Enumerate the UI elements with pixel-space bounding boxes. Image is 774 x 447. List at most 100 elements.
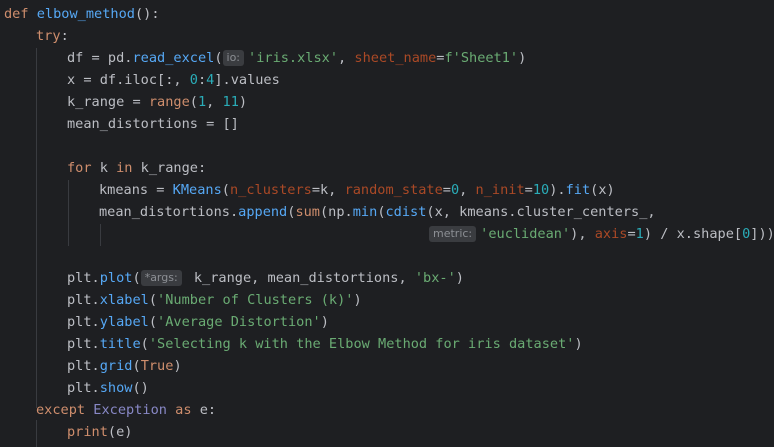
code-text: ) [574,336,583,352]
function-call: cdist [385,204,427,220]
code-text: ) [238,94,248,110]
code-text: (): [134,6,160,22]
code-line-6: mean_distortions = [] [67,113,239,135]
number-literal: 10 [532,182,550,198]
function-call: read_excel [132,50,215,66]
code-editor[interactable]: def elbow_method(): try: df = pd.read_ex… [0,0,774,447]
keyword-argument: n_clusters [229,182,312,198]
code-text: ].values [214,72,280,88]
code-text: df = pd. [67,50,133,66]
code-line-2: try: [36,25,69,47]
code-text: ) / x.shape[ [643,226,743,242]
builtin-call: sum [295,204,320,220]
code-text: (x, kmeans.cluster_centers_, [426,204,656,220]
code-text: plt. [67,292,100,308]
parameter-hint: io: [222,50,245,66]
code-text: ( [214,50,223,66]
code-line-19: except Exception as e: [36,399,216,421]
code-line-3: df = pd.read_excel(io:'iris.xlsx', sheet… [67,47,526,69]
code-text: (x) [590,182,615,198]
keyword-def: def [4,6,29,22]
number-literal: 0 [450,182,460,198]
keyword-try: try [36,28,61,44]
code-text: (e) [107,424,133,440]
number-literal: 1 [197,94,207,110]
keyword-argument: sheet_name [354,50,437,66]
code-text: x = df.iloc[:, [67,72,190,88]
keyword-as: as [175,402,192,418]
code-text: ( [221,182,230,198]
code-text: ). [549,182,566,198]
code-text: kmeans = [99,182,173,198]
code-text: = [524,182,533,198]
code-text: plt. [67,270,100,286]
indent-guide [36,48,37,408]
code-line-11: metric:'euclidean'), axis=1) / x.shape[0… [429,223,774,245]
function-call: plot [99,270,133,286]
string-literal: 'euclidean' [480,226,571,242]
string-literal: 'Selecting k with the Elbow Method for i… [148,336,575,352]
code-line-17: plt.grid(True) [67,355,182,377]
code-line-14: plt.xlabel('Number of Clusters (k)') [67,289,362,311]
keyword-argument: random_state [344,182,443,198]
function-call: show [99,380,133,396]
code-line-1: def elbow_method(): [4,3,160,25]
code-text: plt. [67,336,100,352]
number-literal: 11 [222,94,239,110]
code-text: plt. [67,380,100,396]
function-call: grid [99,358,133,374]
code-text: k_range: [132,160,207,176]
class-call: KMeans [172,182,222,198]
function-call: xlabel [99,292,149,308]
code-line-4: x = df.iloc[:, 0:4].values [67,69,280,91]
string-literal: f'Sheet1' [444,50,519,66]
keyword-true: True [140,358,174,374]
function-call: min [352,204,378,220]
code-text: ( [132,270,141,286]
string-literal: 'bx-' [414,270,456,286]
code-text: ) [518,50,527,66]
keyword-argument: axis [594,226,628,242]
code-text: = [627,226,636,242]
code-text: plt. [67,358,100,374]
code-text: = [442,182,451,198]
code-text: ) [455,270,464,286]
code-line-16: plt.title('Selecting k with the Elbow Me… [67,333,583,355]
function-call: ylabel [99,314,149,330]
indent-guide [68,180,69,246]
string-literal: 'Average Distortion' [157,314,321,330]
builtin-call: print [67,424,108,440]
keyword-argument: n_init [475,182,525,198]
number-literal: 1 [635,226,644,242]
code-text: (np. [320,204,353,220]
exception-class: Exception [93,402,167,418]
parameter-hint: metric: [429,226,477,242]
code-text: ( [377,204,386,220]
code-text: ( [140,336,149,352]
code-text: ( [148,314,158,330]
code-text: ) [353,292,362,308]
code-line-20: print(e) [67,421,132,443]
code-text: ( [148,292,158,308]
code-text: plt. [67,314,100,330]
code-text: mean_distortions = [] [67,116,239,132]
code-line-10: mean_distortions.append(sum(np.min(cdist… [99,201,656,223]
code-line-5: k_range = range(1, 11) [67,91,247,113]
builtin-call: range [148,94,190,110]
code-text: mean_distortions. [99,204,239,220]
code-line-13: plt.plot(*args: k_range, mean_distortion… [67,267,464,289]
code-text: ) [320,314,329,330]
indent-guide [100,224,101,246]
code-text: e: [191,402,217,418]
code-text: k [91,160,117,176]
number-literal: 0 [189,72,198,88]
code-text: ) [173,358,182,374]
code-text: ( [132,358,141,374]
function-call: title [99,336,141,352]
code-text: ), [570,226,595,242]
code-text: k_range, mean_distortions, [185,270,415,286]
indent-guide [36,420,37,447]
keyword-except: except [36,402,86,418]
code-line-15: plt.ylabel('Average Distortion') [67,311,329,333]
